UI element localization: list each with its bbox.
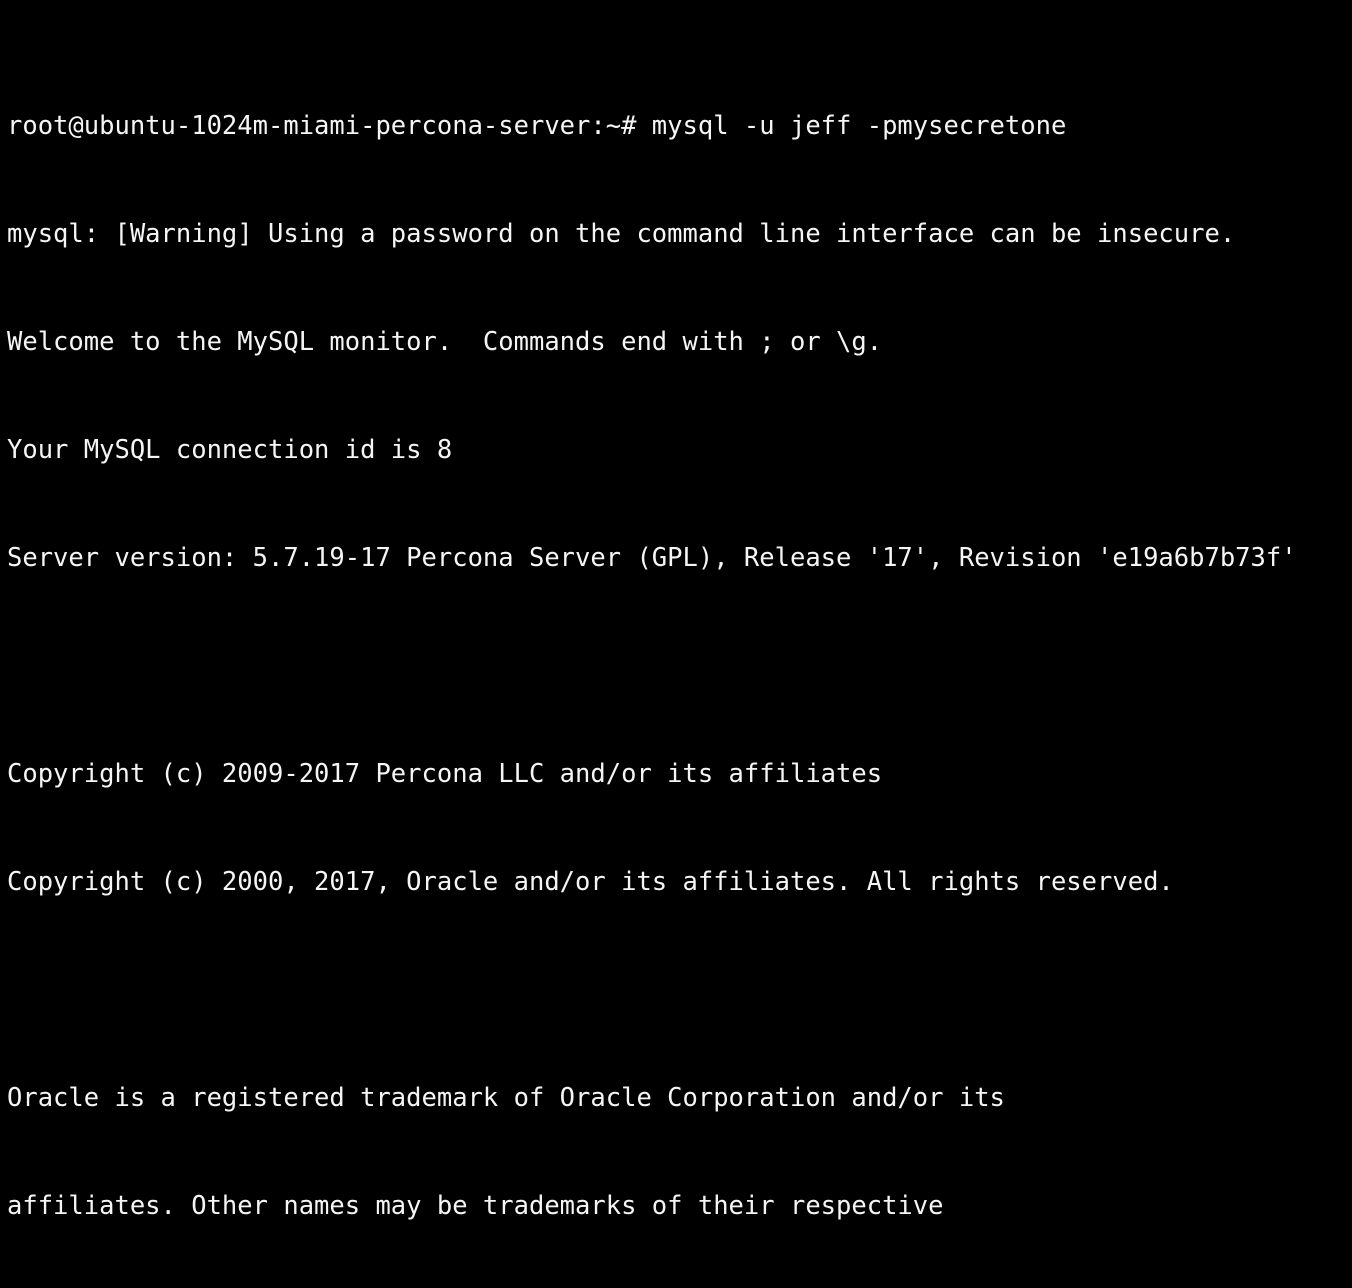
terminal-window[interactable]: root@ubuntu-1024m-miami-percona-server:~… [0, 0, 1352, 1221]
terminal-line: Welcome to the MySQL monitor. Commands e… [7, 327, 883, 357]
terminal-line: Copyright (c) 2009-2017 Percona LLC and/… [7, 759, 883, 789]
terminal-line: mysql: [Warning] Using a password on the… [7, 219, 1236, 249]
terminal-line: affiliates. Other names may be trademark… [7, 1191, 944, 1221]
terminal-screen[interactable]: root@ubuntu-1024m-miami-percona-server:~… [7, 0, 1352, 1288]
terminal-line: Server version: 5.7.19-17 Percona Server… [7, 543, 1297, 573]
terminal-line: Copyright (c) 2000, 2017, Oracle and/or … [7, 867, 1174, 897]
terminal-line: root@ubuntu-1024m-miami-percona-server:~… [7, 111, 1067, 141]
terminal-line: Oracle is a registered trademark of Orac… [7, 1083, 1005, 1113]
terminal-line: Your MySQL connection id is 8 [7, 435, 453, 465]
